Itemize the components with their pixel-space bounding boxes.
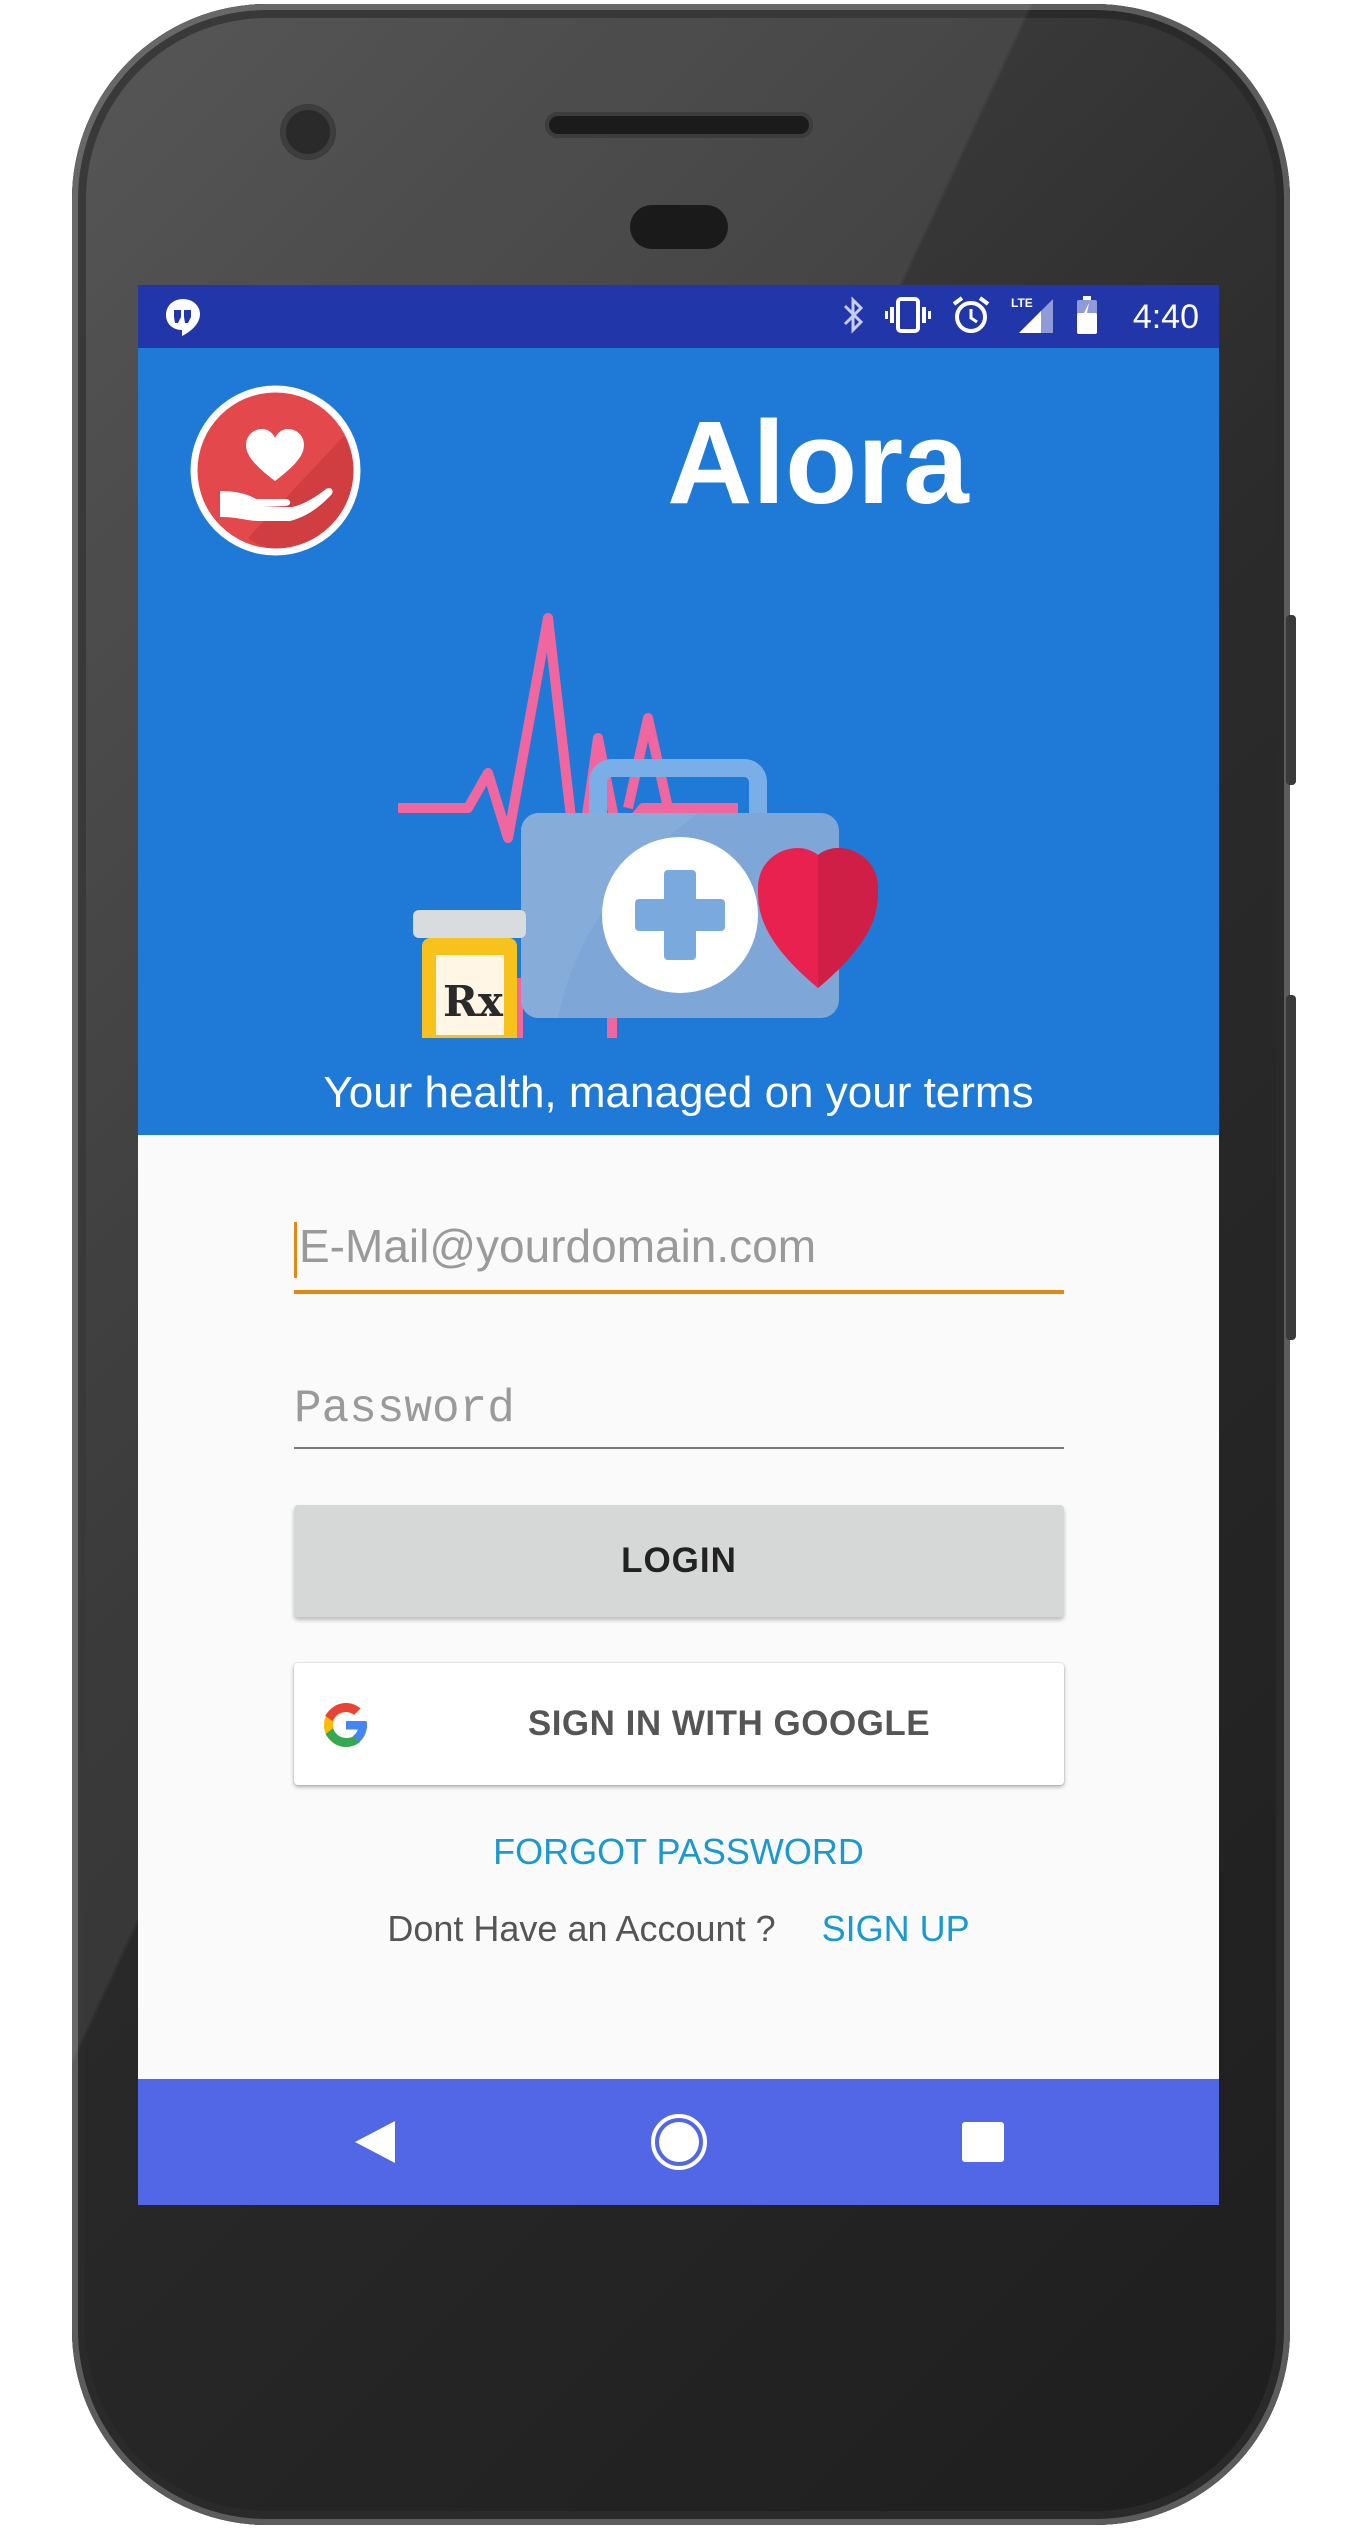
alarm-icon bbox=[951, 295, 991, 339]
lte-signal-icon: LTE bbox=[1011, 295, 1055, 339]
google-sign-in-label: SIGN IN WITH GOOGLE bbox=[527, 1704, 931, 1743]
google-sign-in-button[interactable]: SIGN IN WITH GOOGLE bbox=[294, 1663, 1064, 1785]
password-placeholder: Password bbox=[294, 1383, 515, 1435]
google-icon bbox=[322, 1701, 370, 1753]
recents-icon[interactable] bbox=[962, 2122, 1004, 2166]
password-field[interactable]: Password bbox=[294, 1377, 1064, 1449]
email-placeholder: E-Mail@yourdomain.com bbox=[299, 1220, 817, 1273]
forgot-password-link[interactable]: FORGOT PASSWORD bbox=[138, 1830, 1219, 1874]
vibrate-icon bbox=[885, 295, 931, 339]
navigation-bar bbox=[138, 2079, 1219, 2205]
proximity-sensor bbox=[630, 205, 728, 249]
rx-label: Rx bbox=[443, 977, 504, 1026]
tagline: Your health, managed on your terms bbox=[323, 1068, 1034, 1117]
sign-up-row: Dont Have an Account ? SIGN UP bbox=[138, 1907, 1219, 1951]
phone-screen: LTE 4:40 Alora Rx Your health, managed o… bbox=[138, 285, 1219, 2205]
bluetooth-icon bbox=[841, 295, 865, 339]
power-button bbox=[1286, 615, 1296, 785]
battery-icon bbox=[1075, 295, 1099, 339]
sign-up-link[interactable]: SIGN UP bbox=[822, 1908, 970, 1949]
email-field[interactable]: E-Mail@yourdomain.com bbox=[294, 1220, 1064, 1294]
status-time: 4:40 bbox=[1132, 298, 1199, 336]
login-button[interactable]: LOGIN bbox=[294, 1505, 1064, 1617]
home-icon[interactable] bbox=[650, 2113, 708, 2175]
earpiece-speaker bbox=[545, 112, 813, 138]
no-account-text: Dont Have an Account ? bbox=[387, 1908, 776, 1949]
volume-button bbox=[1286, 995, 1296, 1340]
medical-hero-illustration: Rx bbox=[398, 508, 958, 1088]
front-camera bbox=[280, 104, 336, 160]
status-bar: LTE 4:40 bbox=[138, 285, 1219, 348]
svg-text:LTE: LTE bbox=[1011, 296, 1033, 310]
app-header: Alora Rx Your health, managed on your te… bbox=[138, 348, 1219, 1135]
hangouts-icon bbox=[164, 297, 202, 341]
care-logo-icon bbox=[188, 383, 363, 562]
back-icon[interactable] bbox=[353, 2119, 397, 2169]
text-cursor bbox=[294, 1222, 297, 1278]
